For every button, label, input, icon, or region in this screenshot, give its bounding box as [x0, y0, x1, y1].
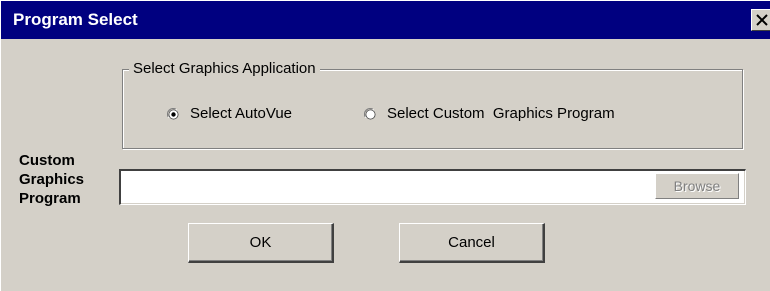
close-icon: [756, 14, 768, 26]
custom-program-path-input[interactable]: [119, 169, 746, 205]
browse-button[interactable]: Browse: [655, 173, 739, 199]
label-line: Program: [19, 190, 81, 207]
title-bar[interactable]: Program Select: [1, 1, 770, 39]
radio-selected-icon: [167, 107, 179, 119]
radio-label: Select AutoVue: [190, 105, 293, 122]
radio-select-custom-program[interactable]: Select Custom Graphics Program: [364, 105, 615, 123]
label-line: Graphics: [19, 171, 85, 188]
close-button[interactable]: [751, 9, 770, 31]
program-select-dialog: Program Select Select Graphics Applicati…: [0, 0, 770, 291]
ok-button[interactable]: OK: [188, 223, 334, 263]
cancel-button[interactable]: Cancel: [399, 223, 545, 263]
custom-program-label: Custom Graphics Program: [19, 151, 84, 208]
window-title: Program Select: [13, 10, 138, 29]
radio-unselected-icon: [364, 107, 376, 119]
label-line: Custom: [19, 152, 75, 169]
radio-select-autovue[interactable]: Select AutoVue: [167, 105, 292, 123]
radio-label: Select Custom Graphics Program: [387, 105, 615, 122]
group-legend: Select Graphics Application: [129, 60, 320, 78]
